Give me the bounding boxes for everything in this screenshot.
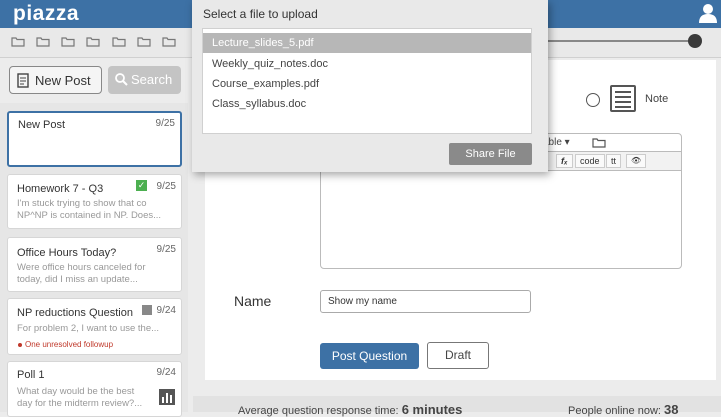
preview-eye-button[interactable]: 👁 xyxy=(626,154,647,168)
post-title: Homework 7 - Q3 xyxy=(17,183,104,195)
post-title: NP reductions Question xyxy=(17,307,133,319)
post-body-editor[interactable] xyxy=(320,170,682,269)
name-display-select[interactable]: Show my name xyxy=(320,290,531,313)
folder-icon[interactable] xyxy=(592,137,606,148)
followup-dot-icon xyxy=(18,343,22,347)
teletype-button[interactable]: tt xyxy=(606,154,622,168)
formula-button[interactable]: fₓ xyxy=(556,154,573,168)
dialog-title: Select a file to upload xyxy=(203,7,318,21)
post-preview: I'm stuck trying to show that co NP^NP i… xyxy=(17,198,162,221)
response-time-label: Average question response time: xyxy=(238,405,399,417)
post-preview: For problem 2, I want to use the... xyxy=(17,323,160,334)
folder-icon[interactable] xyxy=(36,36,50,47)
new-post-label: New Post xyxy=(35,73,91,88)
search-label: Search xyxy=(131,72,173,87)
response-time-value: 6 minutes xyxy=(401,402,463,417)
file-item[interactable]: Course_examples.pdf xyxy=(203,74,531,94)
folder-icon[interactable] xyxy=(112,36,126,47)
folder-icon[interactable] xyxy=(86,36,100,47)
editor-format-bar: fₓ code tt 👁 xyxy=(538,152,682,170)
search-icon xyxy=(115,73,128,86)
post-card[interactable]: Office Hours Today? 9/25 Were office hou… xyxy=(7,237,182,292)
post-title: Office Hours Today? xyxy=(17,247,117,259)
slider-knob[interactable] xyxy=(688,34,702,48)
slider-track[interactable] xyxy=(548,40,696,42)
post-card[interactable]: Homework 7 - Q3 ✓ 9/25 I'm stuck trying … xyxy=(7,174,182,229)
online-now-label: People online now: xyxy=(568,405,661,417)
app-logo[interactable]: piazza xyxy=(13,2,79,26)
bar-chart-icon xyxy=(159,389,175,405)
draft-button[interactable]: Draft xyxy=(427,342,489,369)
file-item-selected[interactable]: Lecture_slides_5.pdf xyxy=(203,33,531,53)
online-now-value: 38 xyxy=(664,402,679,417)
folder-icon[interactable] xyxy=(11,36,25,47)
note-icon[interactable] xyxy=(610,85,636,112)
share-file-button[interactable]: Share File xyxy=(449,143,532,165)
post-preview: Were office hours canceled for today, di… xyxy=(17,262,146,285)
post-card[interactable]: NP reductions Question 9/24 For problem … xyxy=(7,298,182,355)
note-label: Note xyxy=(645,93,669,105)
folder-icon[interactable] xyxy=(61,36,75,47)
post-title: Poll 1 xyxy=(17,369,45,381)
response-time-stat: Average question response time: 6 minute… xyxy=(238,402,462,417)
note-type-icon xyxy=(142,305,152,315)
online-now-stat: People online now: 38 xyxy=(568,402,679,417)
code-button[interactable]: code xyxy=(575,154,605,168)
folder-icon[interactable] xyxy=(162,36,176,47)
editor-toolbar: able ▾ xyxy=(538,133,682,152)
file-item[interactable]: Weekly_quiz_notes.doc xyxy=(203,54,531,74)
new-post-button[interactable]: New Post xyxy=(9,66,102,94)
post-title: New Post xyxy=(18,119,66,131)
post-preview: What day would be the best day for the m… xyxy=(17,386,143,409)
followup-text: One unresolved followup xyxy=(25,340,114,349)
check-badge-icon: ✓ xyxy=(136,180,147,191)
name-label: Name xyxy=(234,293,272,309)
post-question-button[interactable]: Post Question xyxy=(320,343,419,369)
post-card[interactable]: Poll 1 9/24 What day would be the best d… xyxy=(7,361,182,417)
post-date: 9/25 xyxy=(156,244,176,255)
pencil-icon xyxy=(17,73,29,88)
post-date: 9/25 xyxy=(155,118,175,129)
user-icon[interactable] xyxy=(699,3,717,23)
note-radio[interactable] xyxy=(586,93,600,107)
file-item[interactable]: Class_syllabus.doc xyxy=(203,94,531,114)
search-button[interactable]: Search xyxy=(108,66,181,94)
folder-icon[interactable] xyxy=(137,36,151,47)
post-date: 9/24 xyxy=(156,305,176,316)
post-card-new[interactable]: New Post 9/25 xyxy=(7,111,182,167)
post-date: 9/25 xyxy=(156,181,176,192)
post-date: 9/24 xyxy=(156,367,176,378)
